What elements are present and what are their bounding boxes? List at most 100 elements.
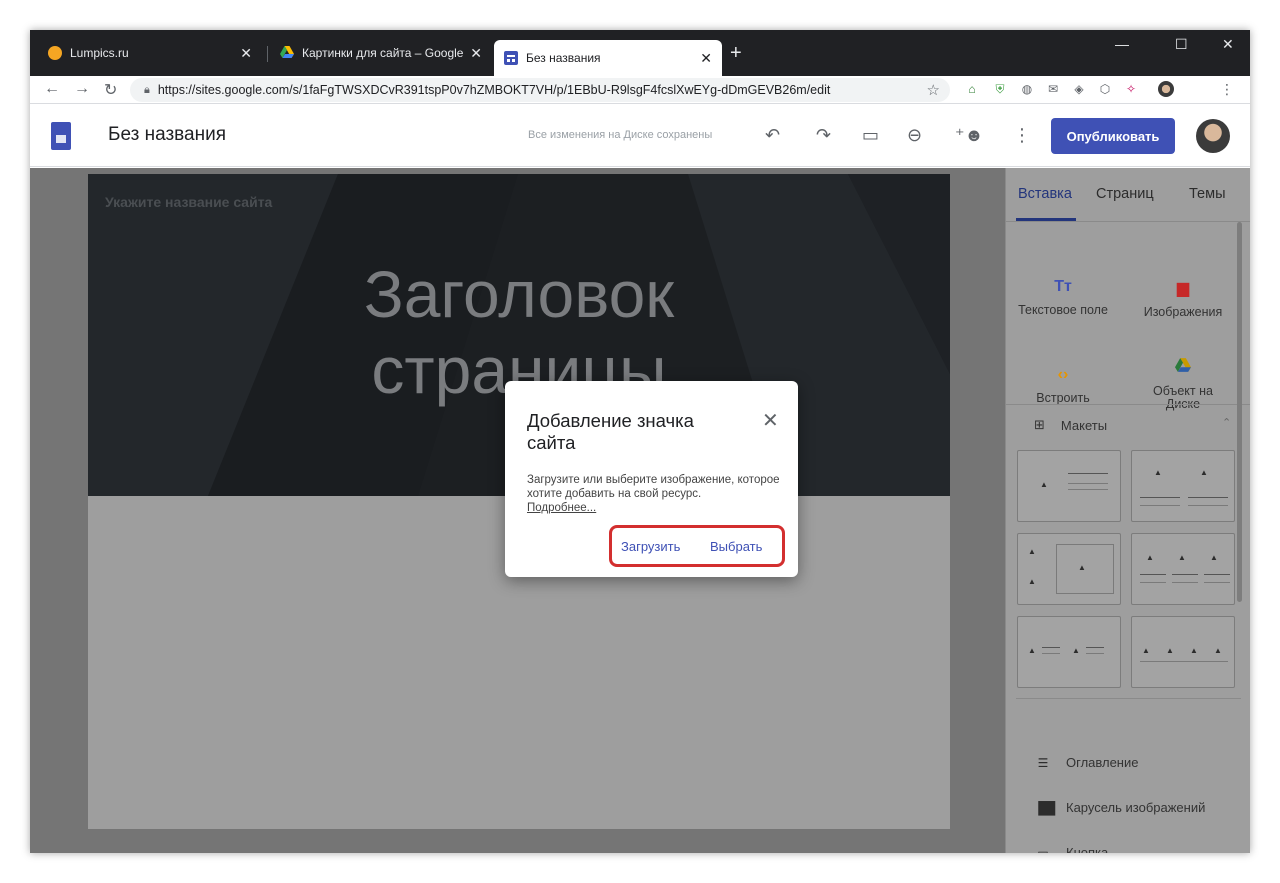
publish-button[interactable]: Опубликовать [1051, 118, 1175, 154]
layout-line [1188, 497, 1228, 498]
layouts-label: Макеты [1060, 417, 1108, 433]
component-label: Оглавление [1066, 755, 1139, 770]
embed-tool[interactable]: ‹› Встроить [1008, 366, 1118, 405]
extension-eye-icon[interactable]: ◈ [1072, 82, 1086, 96]
layout-option[interactable]: ▲ ▲ [1131, 450, 1235, 522]
browser-toolbar: ← → ↻ 🔒︎ https://sites.google.com/s/1faF… [30, 76, 1250, 104]
dialog-description: Загрузите или выберите изображение, кото… [527, 474, 780, 500]
layout-option[interactable]: ▲ ▲ ▲ [1017, 533, 1121, 605]
preview-devices-icon[interactable]: ▭ [862, 125, 879, 146]
window-close-icon[interactable]: ✕ [1222, 36, 1234, 53]
embed-icon: ‹› [1057, 366, 1069, 383]
layout-option[interactable]: ▲ ▲ ▲ [1131, 533, 1235, 605]
maximize-icon[interactable]: ☐ [1175, 36, 1188, 53]
dialog-body: Загрузите или выберите изображение, кото… [527, 473, 783, 515]
close-icon[interactable]: ✕ [762, 408, 779, 433]
google-sites-logo[interactable] [51, 122, 71, 150]
tool-label: Текстовое поле [1018, 303, 1108, 317]
layout-option[interactable]: ▲ ▲ ▲ ▲ [1131, 616, 1235, 688]
layout-line [1140, 574, 1166, 575]
select-button[interactable]: Выбрать [710, 539, 762, 554]
sites-header: Без названия Все изменения на Диске сохр… [30, 105, 1250, 167]
image-placeholder-icon: ▲ [1190, 646, 1198, 655]
tab-insert[interactable]: Вставка [1018, 186, 1072, 202]
address-bar[interactable]: 🔒︎ https://sites.google.com/s/1faFgTWSXD… [130, 78, 950, 102]
redo-icon[interactable]: ↷ [816, 125, 831, 146]
component-carousel[interactable]: ▐█▌ Карусель изображений [1034, 800, 1205, 815]
favicon-dialog: Добавление значка сайта ✕ Загрузите или … [505, 381, 798, 577]
tab-themes[interactable]: Темы [1189, 186, 1226, 202]
layout-line [1042, 647, 1060, 648]
button-icon: ▭ [1037, 845, 1049, 854]
new-tab-button[interactable]: + [730, 42, 742, 65]
tab-pages[interactable]: Страниц [1096, 186, 1154, 202]
layout-line [1068, 483, 1108, 484]
lock-icon: 🔒︎ [144, 83, 150, 96]
reload-icon[interactable]: ↻ [104, 80, 117, 100]
link-icon[interactable]: ⊖ [907, 125, 922, 146]
tab-strip: Lumpics.ru ✕ Картинки для сайта – Google… [30, 30, 1250, 76]
collapse-chevron-icon[interactable]: ⌃ [1222, 416, 1231, 429]
browser-menu-icon[interactable]: ⋮ [1220, 82, 1234, 96]
drive-icon [1128, 358, 1238, 377]
image-placeholder-icon: ▲ [1028, 547, 1036, 556]
image-placeholder-icon: ▲ [1200, 468, 1208, 477]
close-icon[interactable]: ✕ [240, 45, 252, 62]
extension-globe-icon[interactable]: ◍ [1020, 82, 1034, 96]
extension-home-icon[interactable]: ⌂ [965, 82, 979, 96]
insert-panel: Вставка Страниц Темы Tт Текстовое поле ▆… [1005, 168, 1250, 853]
layout-option[interactable]: ▲ ▲ [1017, 616, 1121, 688]
component-toc[interactable]: ☰ Оглавление [1034, 755, 1139, 770]
learn-more-link[interactable]: Подробнее... [527, 501, 596, 515]
account-avatar[interactable] [1196, 119, 1230, 153]
layout-line [1068, 473, 1108, 474]
back-icon[interactable]: ← [44, 80, 60, 98]
upload-button[interactable]: Загрузить [621, 539, 680, 554]
image-placeholder-icon: ▲ [1072, 646, 1080, 655]
tab-google-sites[interactable]: Без названия ✕ [494, 40, 722, 76]
profile-avatar[interactable] [1158, 81, 1174, 97]
extension-badge-icon[interactable]: ⬡ [1098, 82, 1112, 96]
url-text: https://sites.google.com/s/1faFgTWSXDCvR… [157, 83, 831, 97]
image-placeholder-icon: ▲ [1078, 563, 1086, 572]
component-button[interactable]: ▭ Кнопка [1034, 845, 1108, 853]
layout-line [1188, 505, 1228, 506]
text-box-tool[interactable]: Tт Текстовое поле [1008, 278, 1118, 317]
image-placeholder-icon: ▲ [1142, 646, 1150, 655]
dialog-title: Добавление значка сайта [527, 410, 694, 453]
panel-scrollbar[interactable] [1237, 222, 1242, 602]
extension-shield-icon[interactable]: ⛨ [993, 82, 1007, 96]
layout-line [1140, 505, 1180, 506]
layout-line [1086, 653, 1104, 654]
more-options-icon[interactable]: ⋮ [1013, 125, 1031, 146]
layout-line [1172, 574, 1198, 575]
layout-option[interactable]: ▲ [1017, 450, 1121, 522]
google-drive-icon [280, 45, 294, 61]
minimize-icon[interactable]: — [1115, 36, 1129, 52]
image-placeholder-icon: ▲ [1210, 553, 1218, 562]
site-name-placeholder[interactable]: Укажите название сайта [105, 194, 272, 210]
layouts-section-header[interactable]: ⊞ Макеты [1034, 417, 1107, 433]
component-label: Кнопка [1066, 845, 1109, 853]
extension-puzzle-icon[interactable]: ✧ [1124, 82, 1138, 96]
close-icon[interactable]: ✕ [470, 45, 482, 62]
layout-line [1086, 647, 1104, 648]
close-icon[interactable]: ✕ [700, 50, 712, 67]
tab-lumpics[interactable]: Lumpics.ru ✕ [38, 40, 262, 66]
share-person-icon[interactable]: ⁺☻ [955, 125, 983, 146]
component-label: Карусель изображений [1066, 800, 1206, 815]
image-placeholder-icon: ▲ [1178, 553, 1186, 562]
tab-separator [267, 46, 268, 62]
images-tool[interactable]: ▆ Изображения [1128, 278, 1238, 319]
forward-icon[interactable]: → [74, 80, 90, 98]
page-heading-line: Заголовок [363, 257, 675, 331]
dialog-actions-highlight: Загрузить Выбрать [609, 525, 785, 567]
layout-line [1204, 574, 1230, 575]
extension-mail-icon[interactable]: ✉ [1046, 82, 1060, 96]
undo-icon[interactable]: ↶ [765, 125, 780, 146]
site-title[interactable]: Без названия [108, 124, 226, 146]
divider [1006, 221, 1250, 222]
image-placeholder-icon: ▲ [1028, 577, 1036, 586]
bookmark-star-icon[interactable]: ☆ [927, 81, 940, 99]
tab-google-drive[interactable]: Картинки для сайта – Google Д ✕ [270, 40, 492, 66]
